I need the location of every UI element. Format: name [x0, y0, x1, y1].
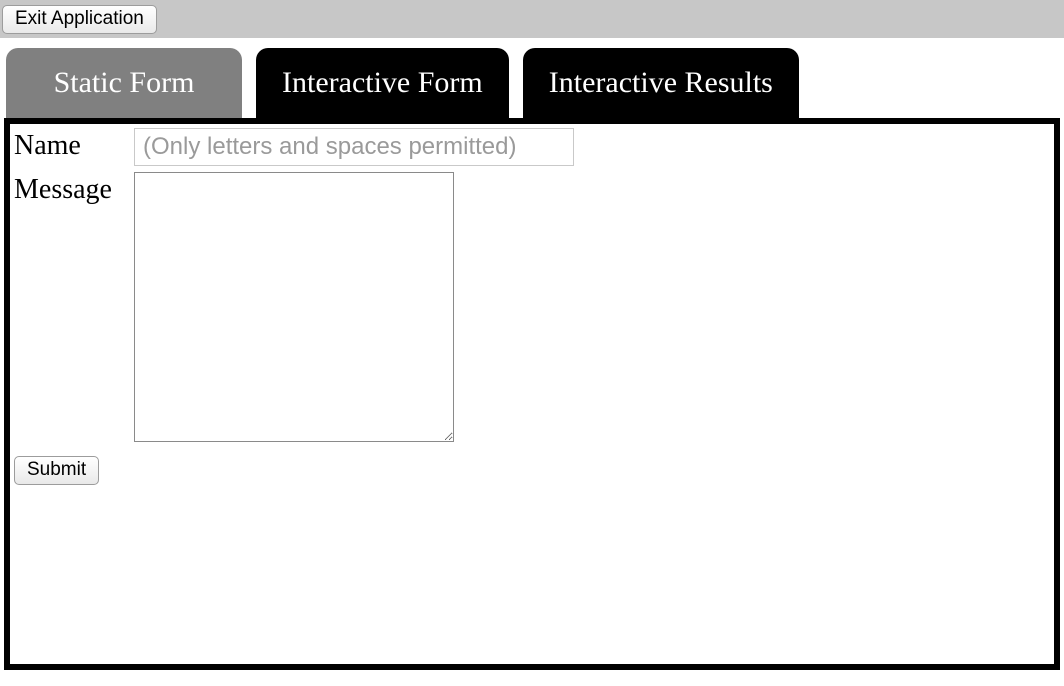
exit-application-button[interactable]: Exit Application [2, 5, 157, 34]
message-label: Message [14, 172, 134, 206]
tab-interactive-form[interactable]: Interactive Form [256, 48, 509, 118]
app-root: Exit Application Static Form Interactive… [0, 0, 1064, 686]
name-row: Name [14, 128, 1050, 166]
submit-row: Submit [14, 456, 1050, 485]
top-toolbar: Exit Application [0, 0, 1064, 38]
name-label: Name [14, 128, 134, 162]
tab-interactive-results[interactable]: Interactive Results [523, 48, 799, 118]
name-input[interactable] [134, 128, 574, 166]
tab-strip: Static Form Interactive Form Interactive… [0, 38, 1064, 118]
form-panel: Name Message Submit [4, 118, 1060, 670]
submit-button[interactable]: Submit [14, 456, 99, 485]
message-row: Message [14, 172, 1050, 442]
message-textarea[interactable] [134, 172, 454, 442]
tab-static-form[interactable]: Static Form [6, 48, 242, 118]
